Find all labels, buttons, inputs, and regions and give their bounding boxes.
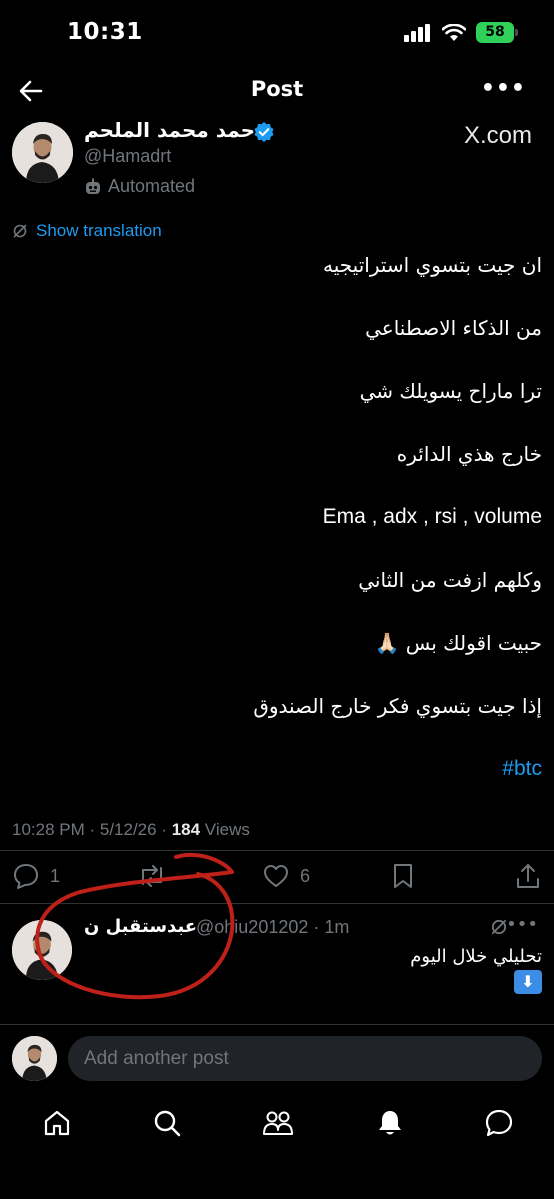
bottom-nav xyxy=(0,1102,554,1150)
home-icon[interactable] xyxy=(42,1108,72,1138)
red-circle-annotation xyxy=(35,852,235,1000)
compose-input[interactable]: Add another post xyxy=(68,1036,542,1081)
my-avatar[interactable] xyxy=(12,1036,57,1081)
notifications-bell-icon[interactable] xyxy=(375,1108,405,1138)
search-icon[interactable] xyxy=(152,1108,182,1138)
divider xyxy=(0,1024,554,1025)
screen: 10:31 58 Post ••• حمد محمد الملحم @Hamad… xyxy=(0,0,554,1199)
messages-icon[interactable] xyxy=(484,1108,514,1138)
communities-icon[interactable] xyxy=(261,1108,295,1138)
